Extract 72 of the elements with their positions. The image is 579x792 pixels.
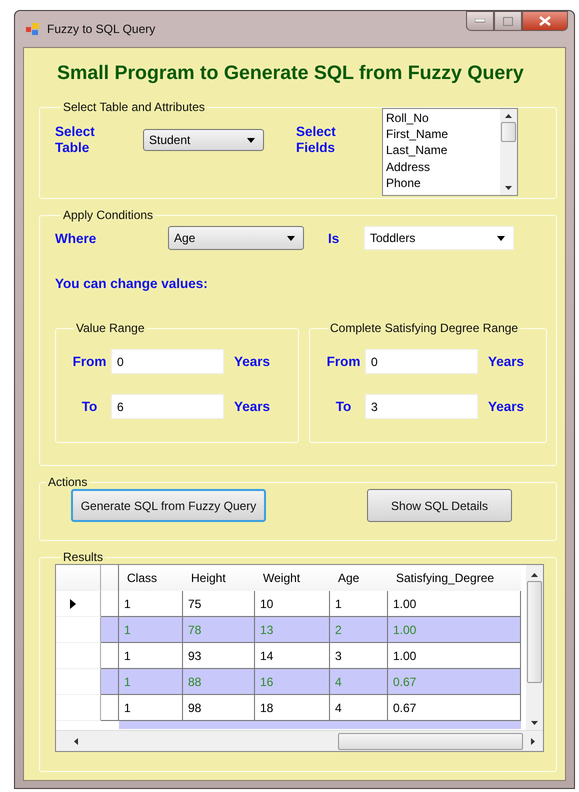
list-item[interactable]: Address	[386, 158, 497, 175]
from-field[interactable]: 0	[111, 349, 224, 374]
table-dropdown[interactable]: Student	[143, 129, 264, 151]
field-label: To	[334, 399, 352, 414]
field-label: From	[326, 354, 362, 369]
close-button[interactable]	[522, 11, 568, 31]
table-cell: 0.67	[388, 669, 521, 695]
list-item[interactable]: Roll_No	[386, 110, 497, 126]
attribute-dropdown[interactable]: Age	[168, 226, 304, 250]
field-label: Where	[55, 230, 98, 246]
table-cell: 4	[330, 669, 388, 695]
list-item[interactable]: Last_Name	[386, 142, 497, 159]
form-heading: Small Program to Generate SQL from Fuzzy Query	[56, 61, 525, 86]
scroll-up-icon[interactable]	[505, 114, 512, 118]
table-cell: 13	[255, 617, 330, 643]
field-label: From	[72, 354, 108, 369]
scrollbar[interactable]	[56, 730, 543, 751]
list-item[interactable]: Phone	[386, 174, 497, 192]
minimize-button[interactable]	[466, 11, 494, 31]
window-title: Fuzzy to SQL Query	[47, 22, 156, 36]
minimize-icon	[475, 19, 485, 23]
to-field[interactable]: 6	[111, 394, 224, 419]
scroll-left-icon[interactable]	[74, 738, 78, 744]
row-header[interactable]	[56, 591, 101, 617]
caret-icon	[247, 138, 255, 142]
scroll-up-icon[interactable]	[531, 573, 538, 577]
unit-label: Years	[234, 399, 270, 414]
list-item[interactable]: First_Name	[386, 126, 497, 142]
field-label: Select Table	[55, 124, 96, 156]
group-title: Apply Conditions	[62, 208, 154, 222]
unit-label: Years	[488, 354, 524, 369]
group-title: Actions	[47, 475, 88, 489]
from-field[interactable]: 0	[365, 349, 478, 374]
maximize-icon	[503, 16, 513, 26]
field-label: Is	[328, 230, 340, 246]
scroll-down-icon[interactable]	[531, 721, 538, 725]
close-icon	[539, 16, 551, 26]
scrollbar[interactable]	[526, 565, 543, 730]
current-row-icon	[70, 598, 76, 608]
table-cell: 88	[183, 669, 255, 695]
table-cell: 16	[255, 669, 330, 695]
unit-label: Years	[234, 354, 270, 369]
table-cell: 78	[183, 617, 255, 643]
corner-cell	[56, 565, 101, 591]
scroll-right-icon[interactable]	[531, 738, 535, 744]
table-cell: 1.00	[388, 617, 521, 643]
table-cell: 1	[119, 669, 183, 695]
caret-icon	[497, 236, 505, 240]
fields-listbox[interactable]: Roll_No First_Name Last_Name Address Phone	[382, 108, 518, 196]
group-title: Value Range	[75, 321, 146, 335]
caret-icon	[287, 236, 295, 240]
scroll-thumb[interactable]	[501, 122, 516, 142]
unit-label: Years	[488, 399, 524, 414]
column-header	[101, 565, 119, 591]
field-label: Select Fields	[296, 124, 337, 156]
scroll-thumb[interactable]	[527, 581, 542, 683]
term-dropdown[interactable]: Toddlers	[364, 226, 514, 250]
group-title: Select Table and Attributes	[62, 100, 206, 114]
field-label: To	[80, 399, 98, 414]
hint-text: You can change values:	[55, 276, 209, 291]
group-title: Results	[62, 550, 104, 564]
maximize-button[interactable]	[494, 11, 522, 31]
app-icon	[25, 21, 41, 37]
table-cell: 2	[330, 617, 388, 643]
table-cell: 1	[119, 617, 183, 643]
scroll-down-icon[interactable]	[505, 186, 512, 190]
action-button[interactable]: Generate SQL from Fuzzy Query	[71, 489, 266, 522]
action-button[interactable]: Show SQL Details	[367, 489, 512, 522]
group-title: Complete Satisfying Degree Range	[329, 321, 520, 335]
to-field[interactable]: 3	[365, 394, 478, 419]
scrollbar[interactable]	[500, 109, 517, 195]
scroll-thumb[interactable]	[338, 732, 523, 750]
